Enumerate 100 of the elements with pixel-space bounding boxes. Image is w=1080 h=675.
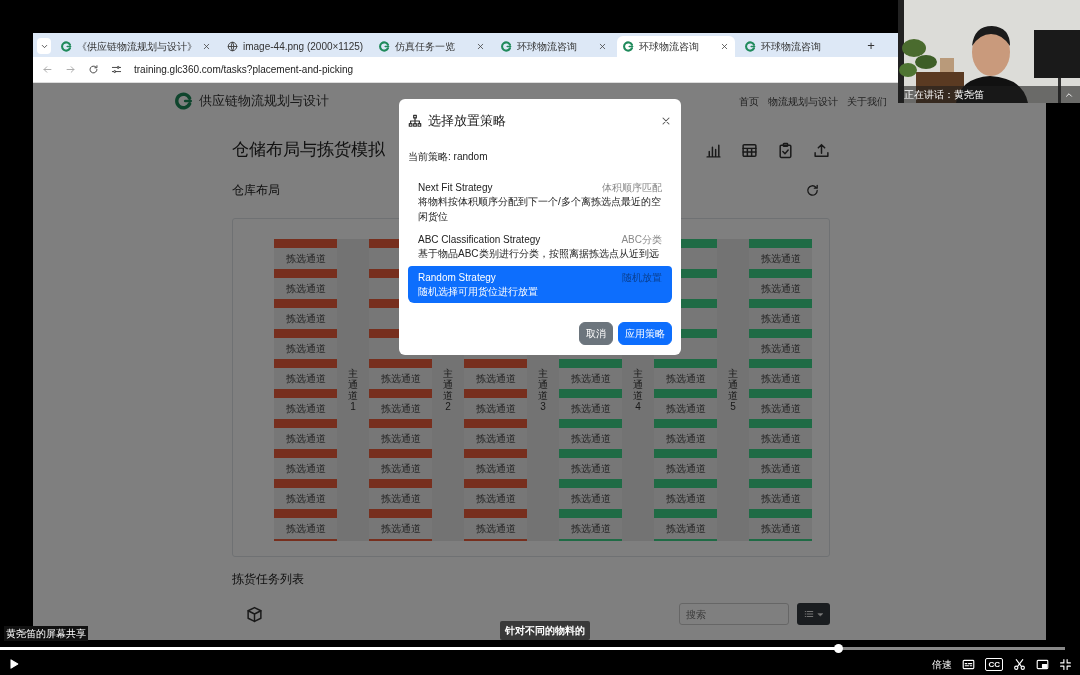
picture-in-picture-icon[interactable] [1036, 657, 1049, 671]
aisle-label: 拣选通道 [760, 432, 801, 446]
page-title: 仓储布局与拣货模拟 [232, 139, 385, 162]
rack-shelf [369, 389, 432, 398]
close-icon[interactable] [720, 42, 730, 51]
nav-link[interactable]: 物流规划与设计 [768, 93, 838, 109]
rack-shelf [559, 389, 622, 398]
aisle-label: 拣选通道 [665, 432, 706, 446]
rack-shelf [749, 419, 812, 428]
aisle-label: 拣选通道 [285, 492, 326, 506]
exit-fullscreen-icon[interactable] [1059, 657, 1072, 671]
aisle-label: 拣选通道 [380, 432, 421, 446]
main-aisle-label: 主通道 3 [538, 368, 548, 412]
subtitle-caption: 针对不同的物料的 [500, 621, 590, 640]
aisle-label: 拣选通道 [285, 402, 326, 416]
rack-shelf [654, 389, 717, 398]
nav-link[interactable]: 首页 [739, 93, 759, 109]
aisle-label: 拣选通道 [570, 522, 611, 536]
aisle-label: 拣选通道 [570, 402, 611, 416]
refresh-icon[interactable] [805, 182, 820, 198]
rack-shelf [274, 449, 337, 458]
play-icon[interactable] [8, 658, 20, 670]
subtitles-icon[interactable] [962, 657, 976, 671]
aisle-label: 拣选通道 [475, 402, 516, 416]
search-field[interactable]: 搜索 [679, 603, 789, 625]
close-icon[interactable] [202, 42, 211, 51]
rack-shelf [654, 359, 717, 368]
rack-shelf [654, 449, 717, 458]
rack-shelf [749, 449, 812, 458]
aisle-label: 拣选通道 [665, 492, 706, 506]
reload-icon[interactable] [88, 64, 99, 75]
aisle-label: 拣选通道 [760, 342, 801, 356]
aisle-label: 拣选通道 [760, 402, 801, 416]
browser-tab[interactable]: 环球物流咨询 [739, 36, 858, 57]
browser-tab[interactable]: 环球物流咨询 [495, 36, 614, 57]
aisle-label: 拣选通道 [380, 372, 421, 386]
rack-shelf [749, 239, 812, 248]
main-aisle-label: 主通道 5 [728, 368, 738, 412]
logo-icon [175, 92, 193, 110]
rack-shelf [369, 449, 432, 458]
rack-shelf [559, 449, 622, 458]
aisle-label: 拣选通道 [285, 342, 326, 356]
browser-tab[interactable]: image-44.png (2000×1125) [221, 36, 370, 57]
close-icon[interactable] [598, 42, 608, 51]
aisle-label: 拣选通道 [380, 522, 421, 536]
aisle-label: 拣选通道 [285, 252, 326, 266]
aisle-label: 拣选通道 [380, 492, 421, 506]
new-tab-button[interactable]: + [867, 38, 875, 54]
clipboard-check-icon[interactable] [777, 141, 794, 159]
rack-shelf [559, 359, 622, 368]
aisle-label: 拣选通道 [285, 372, 326, 386]
brand-name: 供应链物流规划与设计 [199, 92, 329, 111]
address-bar[interactable]: training.glc360.com/tasks?placement-and-picking [134, 62, 353, 77]
rack-shelf [749, 299, 812, 308]
close-icon[interactable] [476, 42, 486, 51]
captions-button[interactable]: CC [985, 657, 1003, 671]
logo-icon [745, 41, 757, 52]
upload-icon[interactable] [813, 141, 830, 159]
playback-speed-button[interactable]: 倍速 [932, 656, 953, 672]
browser-tab[interactable]: 环球物流咨询 [617, 36, 736, 57]
rack-shelf [369, 359, 432, 368]
speaker-label: 正在讲话：黄尧笛 [904, 88, 984, 102]
current-strategy-text: 当前策略: random [408, 150, 489, 164]
rack-shelf [274, 269, 337, 278]
progress-handle[interactable] [834, 644, 844, 653]
scissors-icon[interactable] [1013, 657, 1026, 671]
presenter-label: 黄尧笛的屏幕共享 [4, 626, 88, 641]
aisle-label: 拣选通道 [285, 312, 326, 326]
rack-shelf [274, 509, 337, 518]
logo-icon [501, 41, 513, 52]
rack-shelf [749, 269, 812, 278]
aisle-label: 拣选通道 [760, 492, 801, 506]
hierarchy-icon [408, 114, 422, 128]
rack-shelf [559, 509, 622, 518]
aisle-label: 拣选通道 [285, 282, 326, 296]
close-icon[interactable] [660, 115, 672, 127]
main-aisle-label: 主通道 2 [443, 368, 453, 412]
aisle-label: 拣选通道 [570, 432, 611, 446]
nav-link[interactable]: 关于我们 [847, 93, 887, 109]
aisle-label: 拣选通道 [285, 522, 326, 536]
cancel-button[interactable]: 取消 [579, 322, 613, 345]
aisle-label: 拣选通道 [475, 372, 516, 386]
site-settings-icon[interactable] [111, 64, 122, 75]
browser-tab[interactable]: 仿真任务一览 [373, 36, 492, 57]
aisle-label: 拣选通道 [285, 462, 326, 476]
rack-shelf [464, 449, 527, 458]
apply-button[interactable]: 应用策略 [618, 322, 672, 345]
rack-shelf [274, 479, 337, 488]
rack-shelf [274, 359, 337, 368]
cube-icon [246, 605, 263, 623]
caret-icon [816, 610, 824, 618]
logo-icon [379, 41, 391, 52]
view-dropdown-button[interactable] [797, 603, 830, 625]
strategy-option[interactable]: Random Strategy 随机放置 随机选择可用货位进行放置 [408, 265, 672, 303]
logo-icon [623, 41, 635, 52]
rack-shelf [369, 509, 432, 518]
progress-track[interactable] [0, 647, 1065, 650]
browser-tab[interactable]: 《供应链物流规划与设计》 [55, 36, 217, 57]
aisle-label: 拣选通道 [475, 462, 516, 476]
table-icon[interactable] [741, 141, 758, 159]
